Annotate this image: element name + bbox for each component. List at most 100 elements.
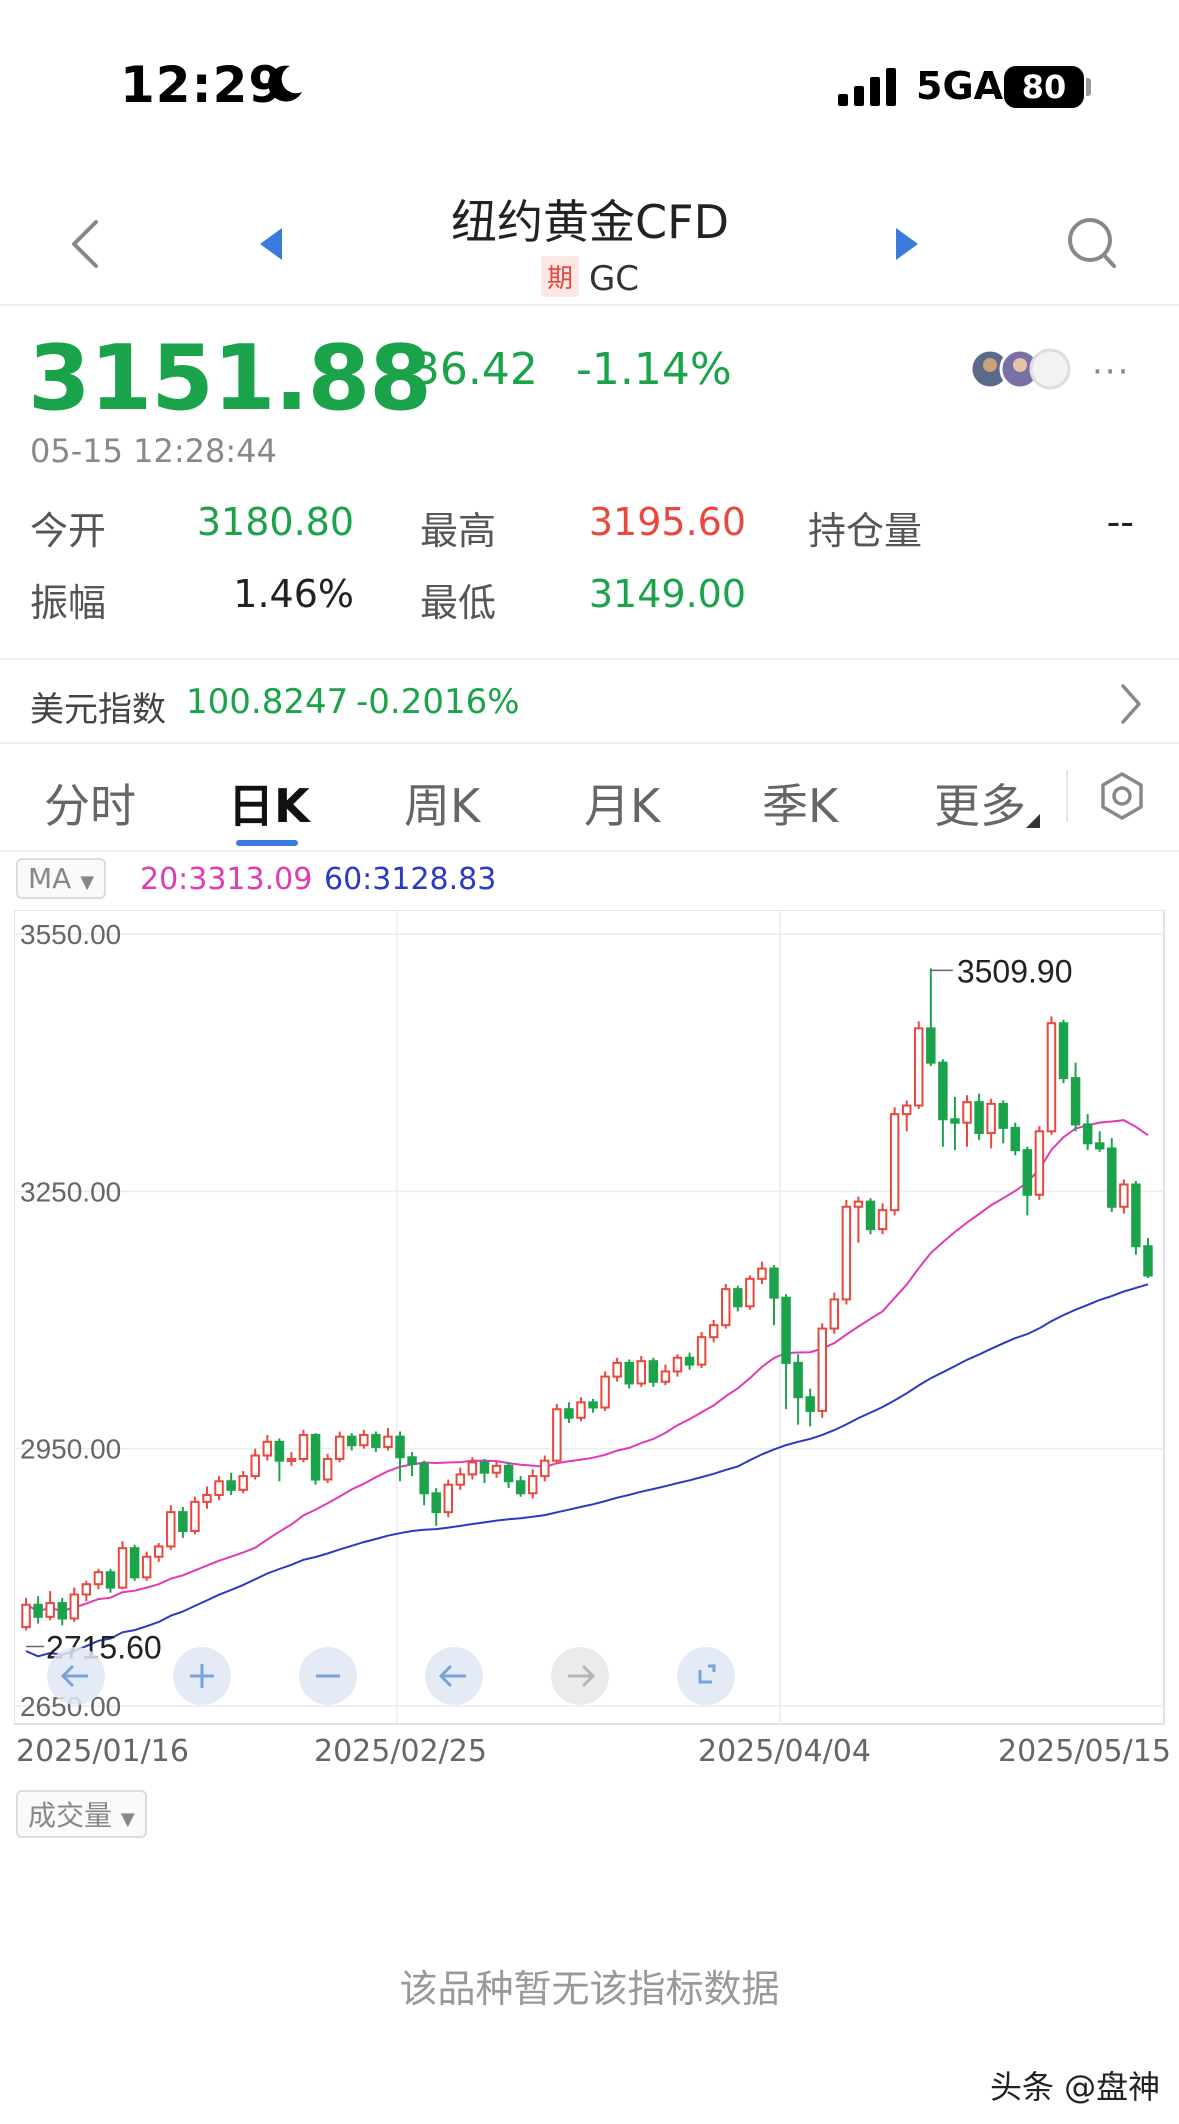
candle-body [153, 1545, 164, 1558]
candle-up [829, 1292, 840, 1334]
header-divider [0, 304, 1179, 306]
tab-quarterly-k[interactable]: 季K [762, 770, 838, 836]
next-instrument-icon[interactable] [892, 226, 922, 262]
candle-body [817, 1327, 827, 1412]
candle-body [853, 1200, 864, 1208]
more-options-icon[interactable]: ··· [1092, 352, 1130, 392]
candle-body [1058, 1022, 1069, 1080]
candle-body [540, 1459, 550, 1478]
tab-more[interactable]: 更多 [934, 770, 1040, 836]
candle-body [1131, 1183, 1141, 1248]
candle-body [371, 1433, 381, 1448]
candle-body [552, 1408, 562, 1462]
stat-open-label: 今开 [30, 509, 107, 553]
scroll-left-button[interactable] [47, 1647, 105, 1705]
candle-down [1010, 1122, 1021, 1156]
candlestick-chart[interactable]: 3550.003250.002950.002650.00 3509.902715… [14, 910, 1166, 1726]
ma60-value: 60:3128.83 [324, 862, 497, 897]
candle-up [141, 1551, 152, 1581]
network-type: 5GA [916, 64, 1004, 108]
candle-body [1107, 1147, 1117, 1208]
pan-back-button[interactable] [425, 1647, 483, 1705]
candle-body [841, 1205, 852, 1301]
price-change-percent: -1.14% [576, 344, 732, 395]
candle-body [202, 1493, 212, 1503]
stat-open-interest-label: 持仓量 [808, 509, 923, 553]
candle-up [841, 1199, 852, 1305]
candle-body [986, 1102, 996, 1135]
candle-body [33, 1603, 43, 1618]
pan-forward-button[interactable] [551, 1647, 609, 1705]
usd-index-value: 100.8247 [186, 682, 349, 722]
candle-down [1107, 1138, 1117, 1212]
candle-body [45, 1602, 55, 1618]
candle-body [443, 1483, 454, 1514]
candle-body [166, 1511, 176, 1548]
candle-body [1046, 1022, 1057, 1133]
candle-body [829, 1298, 840, 1330]
candle-body [93, 1571, 104, 1586]
candle-body [455, 1473, 466, 1486]
x-tick-label: 2025/05/15 [998, 1734, 1171, 1769]
candle-body [1119, 1183, 1129, 1208]
x-tick-label: 2025/01/16 [16, 1734, 189, 1769]
candle-body [359, 1433, 369, 1447]
reset-button[interactable] [677, 1647, 735, 1705]
quote-timestamp: 05-15 12:28:44 [30, 432, 277, 470]
chart-settings-icon[interactable] [1096, 770, 1148, 822]
candle-down [310, 1433, 321, 1485]
candle-body [708, 1324, 719, 1339]
candle-up [552, 1404, 562, 1465]
candle-body [660, 1370, 671, 1383]
volume-indicator-select[interactable]: 成交量 ▼ [16, 1790, 147, 1838]
candle-up [745, 1275, 755, 1310]
status-time: 12:29 [120, 56, 285, 114]
indicator-select[interactable]: MA ▼ [16, 858, 107, 899]
chevron-right-icon[interactable] [1118, 682, 1144, 726]
candle-body [117, 1547, 128, 1589]
candle-body [901, 1104, 912, 1116]
candle-up [696, 1332, 707, 1369]
candle-body [347, 1435, 357, 1447]
candle-up [166, 1505, 176, 1550]
stats-divider [0, 658, 1179, 660]
candle-body [950, 1118, 960, 1124]
candle-body [431, 1492, 441, 1514]
search-icon[interactable] [1064, 214, 1120, 274]
caret-down-icon: ▼ [80, 872, 95, 893]
previous-instrument-icon[interactable] [256, 226, 286, 262]
candle-body [467, 1461, 478, 1476]
back-icon[interactable] [62, 216, 110, 272]
y-tick-label: 3250.00 [20, 1176, 121, 1207]
candle-body [781, 1296, 791, 1364]
candle-body [334, 1435, 345, 1460]
active-tab-indicator [236, 840, 298, 846]
candle-up [817, 1323, 827, 1418]
candle-body [503, 1464, 514, 1483]
candle-body [1070, 1077, 1081, 1126]
last-price: 3151.88 [28, 326, 432, 431]
battery-tip [1086, 78, 1091, 96]
candle-body [865, 1200, 876, 1231]
usd-index-label[interactable]: 美元指数 [30, 682, 166, 731]
zoom-out-button[interactable] [299, 1647, 357, 1705]
x-tick-label: 2025/04/04 [698, 1734, 871, 1769]
candle-body [938, 1061, 948, 1121]
user-avatars[interactable] [970, 346, 1080, 392]
tab-monthly-k[interactable]: 月K [584, 770, 660, 836]
battery-icon: 80 [1004, 66, 1084, 108]
stat-amplitude-value: 1.46% [233, 572, 354, 616]
tab-weekly-k[interactable]: 周K [404, 770, 480, 836]
candle-up [190, 1496, 200, 1535]
tabs-divider [0, 850, 1179, 852]
candle-body [322, 1457, 333, 1481]
candle-up [914, 1021, 924, 1109]
candle-up [334, 1431, 345, 1463]
candle-body [1034, 1130, 1045, 1196]
candle-body [757, 1267, 767, 1280]
zoom-in-button[interactable] [173, 1647, 231, 1705]
tab-intraday[interactable]: 分时 [44, 770, 136, 836]
candle-body [1082, 1123, 1093, 1145]
tab-daily-k[interactable]: 日K [228, 770, 310, 836]
candle-body [793, 1361, 803, 1399]
